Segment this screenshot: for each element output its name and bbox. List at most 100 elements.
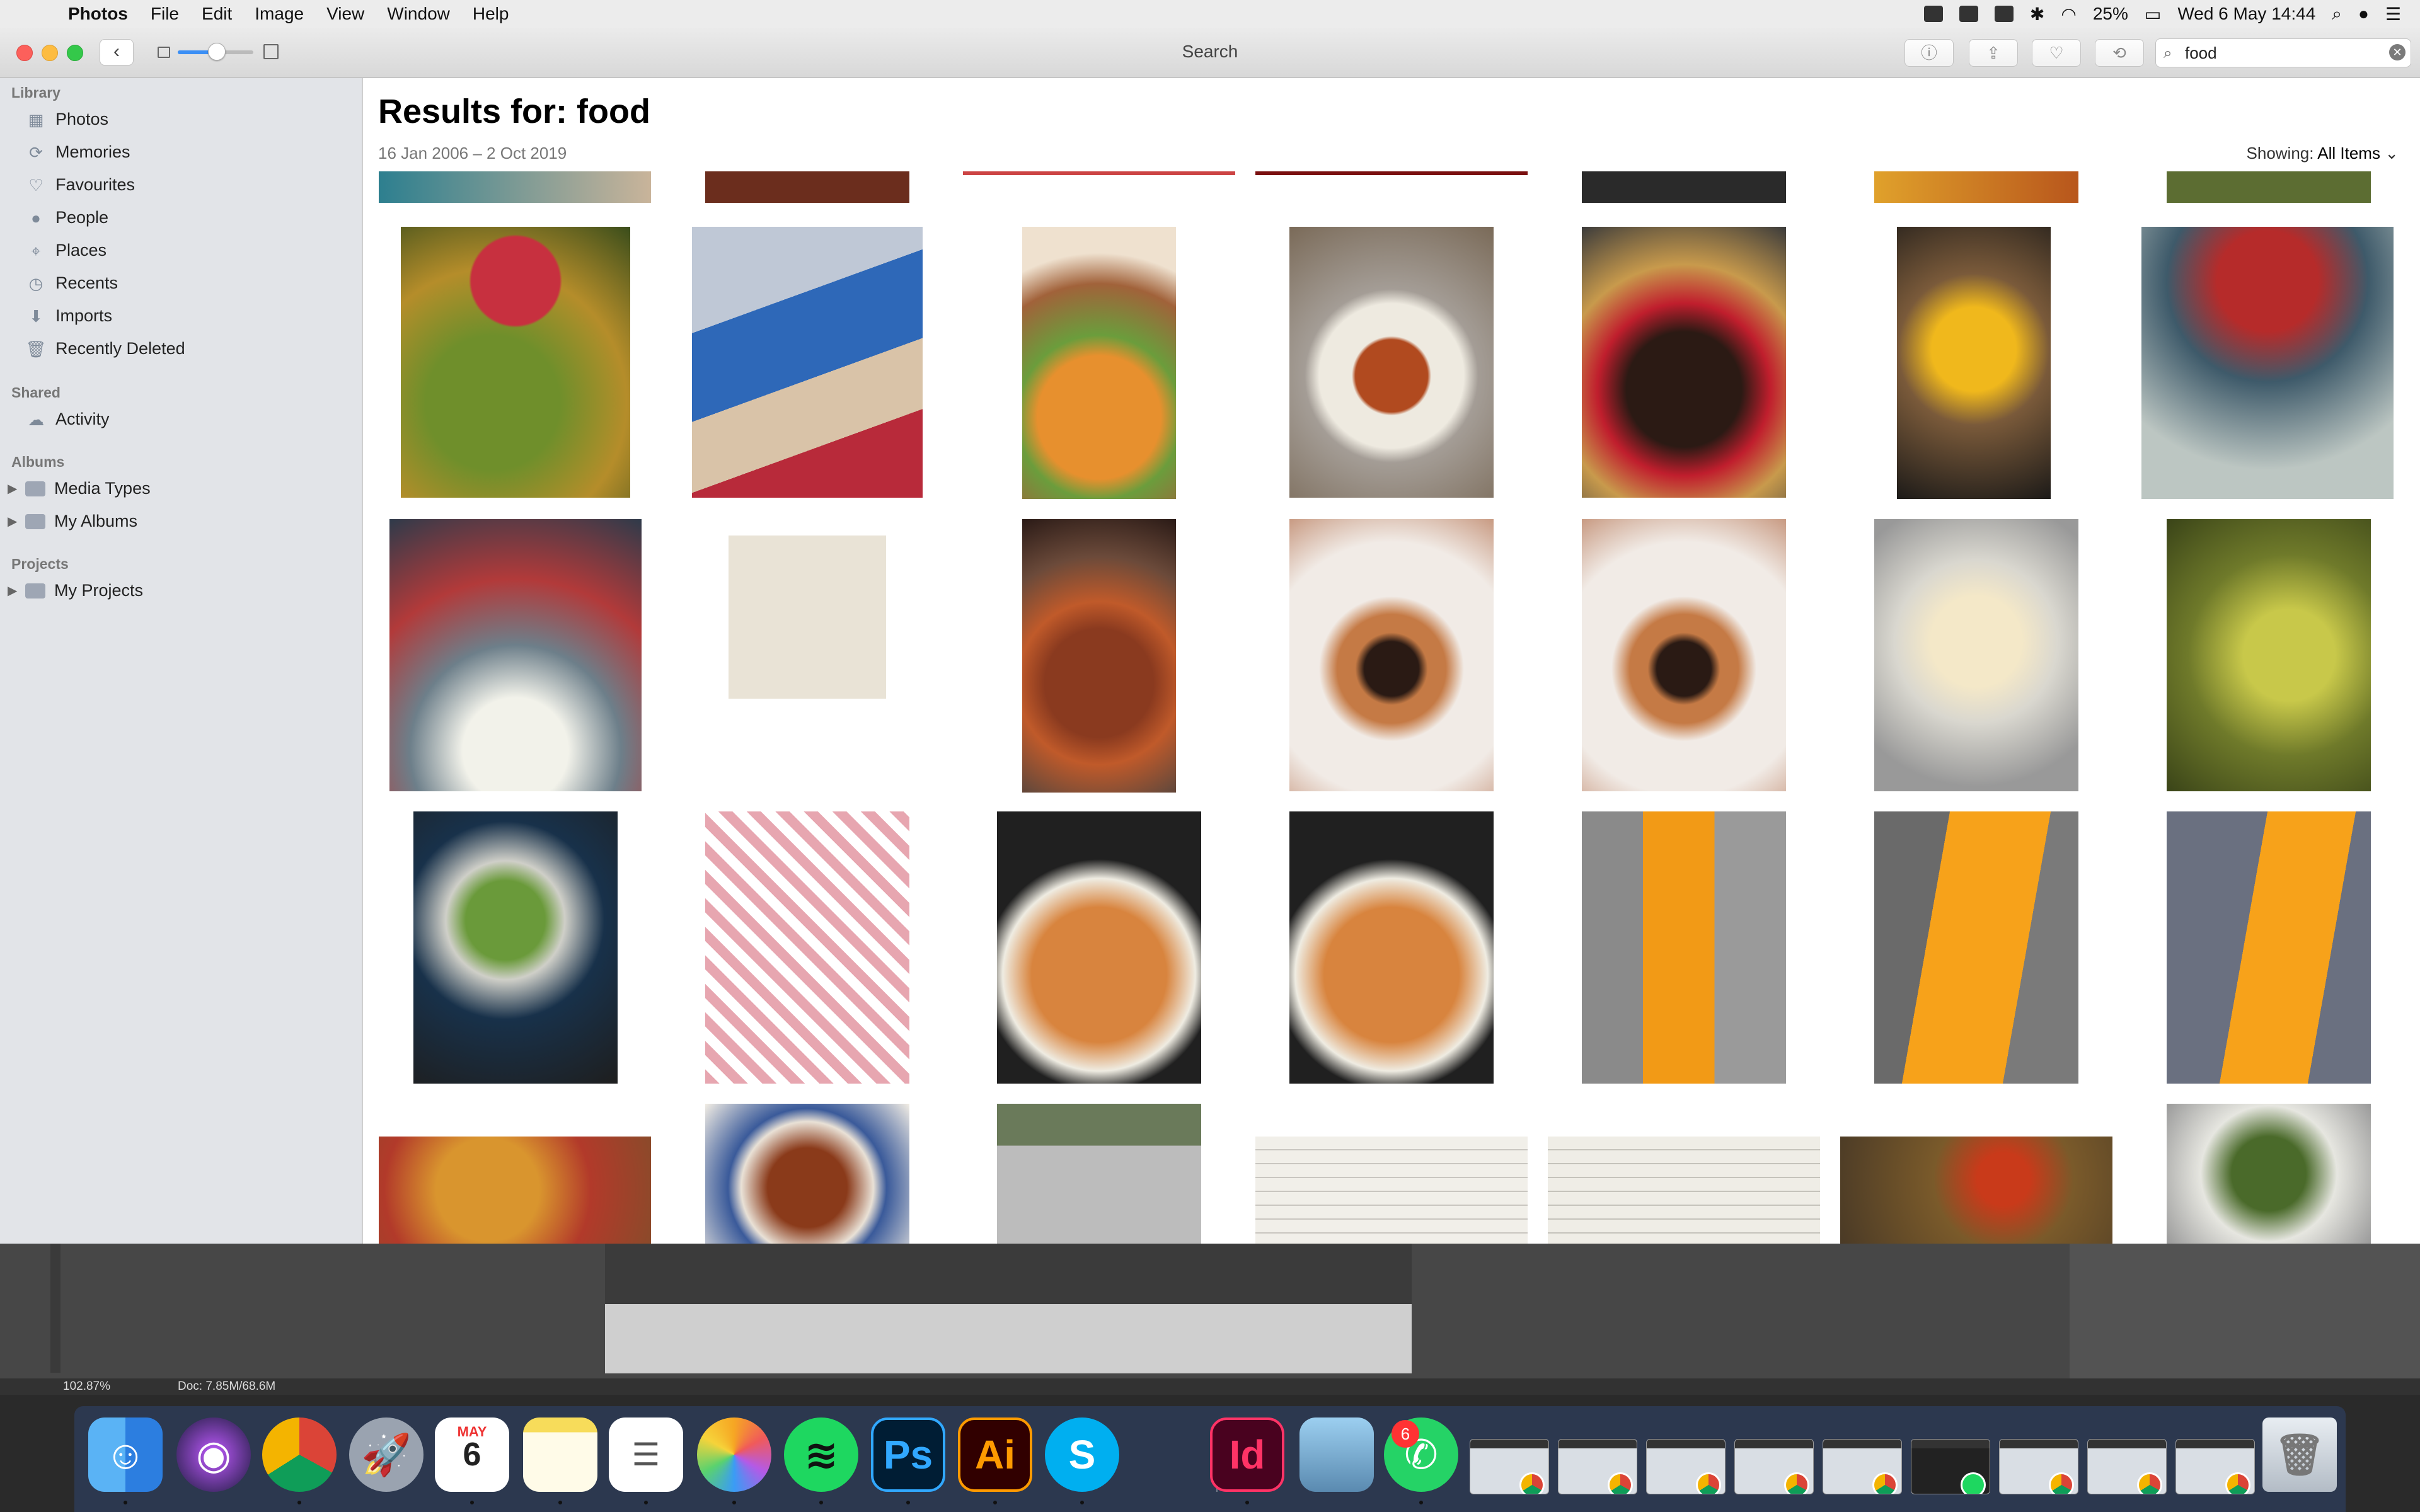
photo-thumbnail[interactable] [1582, 171, 1786, 203]
minimized-window-thumbnail[interactable] [1823, 1439, 1902, 1494]
menu-image[interactable]: Image [255, 4, 304, 24]
photo-thumbnail[interactable] [379, 171, 651, 203]
sidebar-item-recently-deleted[interactable]: 🗑 Recently Deleted [25, 339, 185, 358]
battery-percent[interactable]: 25% [2093, 4, 2128, 24]
minimized-window-thumbnail[interactable] [1558, 1439, 1637, 1494]
photo-thumbnail[interactable] [1548, 1137, 1820, 1244]
photo-thumbnail[interactable] [997, 1104, 1201, 1244]
sidebar-item-places[interactable]: ⌖ Places [25, 241, 107, 260]
photo-thumbnail[interactable] [1897, 227, 2051, 499]
photo-thumbnail[interactable] [997, 811, 1201, 1084]
photo-thumbnail[interactable] [705, 811, 909, 1084]
disclosure-triangle-icon[interactable]: ▶ [8, 583, 17, 598]
sidebar-item-photos[interactable]: ▦ Photos [25, 110, 108, 129]
photos-app-icon[interactable] [697, 1418, 771, 1492]
sidebar-item-favourites[interactable]: ♡ Favourites [25, 175, 135, 195]
dropbox-icon[interactable] [1923, 6, 1943, 22]
reminders-icon[interactable]: ☰ [609, 1418, 683, 1492]
sidebar-item-people[interactable]: ● People [25, 208, 108, 227]
creative-cloud-icon[interactable] [1959, 6, 1978, 22]
trash-icon[interactable]: 🗑 [2262, 1418, 2337, 1492]
menu-window[interactable]: Window [387, 4, 450, 24]
minimized-window-thumbnail[interactable] [2087, 1439, 2167, 1494]
spotify-icon[interactable]: ≋ [784, 1418, 858, 1492]
indesign-icon[interactable]: Id [1210, 1418, 1284, 1492]
rotate-button[interactable]: ⟲ [2095, 39, 2144, 67]
menu-file[interactable]: File [151, 4, 179, 24]
photo-thumbnail[interactable] [1840, 1137, 2112, 1244]
illustrator-icon[interactable]: Ai [958, 1418, 1032, 1492]
photo-thumbnail[interactable] [1022, 227, 1176, 499]
minimized-window-thumbnail[interactable] [2175, 1439, 2255, 1494]
sidebar-item-recents[interactable]: ◷ Recents [25, 273, 118, 293]
sidebar-item-imports[interactable]: ⬇ Imports [25, 306, 112, 326]
photo-thumbnail[interactable] [401, 227, 630, 498]
photo-thumbnail[interactable] [1582, 227, 1786, 498]
sidebar-item-memories[interactable]: ⟳ Memories [25, 142, 130, 162]
minimized-window-thumbnail[interactable] [1470, 1439, 1549, 1494]
favourite-button[interactable]: ♡ [2032, 39, 2081, 67]
minimized-window-thumbnail[interactable] [1999, 1439, 2078, 1494]
photo-thumbnail[interactable] [2167, 171, 2371, 203]
photo-thumbnail[interactable] [1582, 811, 1786, 1084]
photo-thumbnail[interactable] [1874, 171, 2078, 203]
photo-thumbnail[interactable] [413, 811, 618, 1084]
skype-icon[interactable]: S [1045, 1418, 1119, 1492]
vpn-shield-icon[interactable] [1994, 6, 2014, 22]
photo-thumbnail[interactable] [963, 171, 1235, 175]
sidebar-item-media-types[interactable]: ▶ Media Types [8, 479, 151, 498]
search-field[interactable]: ⌕ ✕ [2155, 38, 2411, 67]
showing-filter-dropdown[interactable]: Showing: All Items ⌄ [2247, 144, 2399, 163]
finder-icon[interactable]: ☺ [88, 1418, 163, 1492]
notification-center-icon[interactable]: ☰ [2385, 4, 2401, 25]
info-button[interactable]: ⓘ [1904, 39, 1954, 67]
photo-thumbnail[interactable] [1874, 811, 2078, 1084]
minimized-window-thumbnail[interactable] [1734, 1439, 1814, 1494]
photo-thumbnail[interactable] [379, 1137, 651, 1244]
menu-app-name[interactable]: Photos [68, 4, 128, 24]
photo-thumbnail[interactable] [2167, 1104, 2371, 1244]
menu-edit[interactable]: Edit [202, 4, 232, 24]
photo-thumbnail[interactable] [705, 171, 909, 203]
photo-thumbnail[interactable] [2167, 811, 2371, 1084]
minimized-window-thumbnail[interactable] [1911, 1439, 1990, 1494]
spotlight-icon[interactable]: ⌕ [2332, 4, 2342, 25]
siri-icon[interactable]: ● [2358, 4, 2369, 24]
photo-thumbnail[interactable] [1255, 1137, 1528, 1244]
datetime[interactable]: Wed 6 May 14:44 [2177, 4, 2315, 24]
preview-icon[interactable] [1299, 1418, 1374, 1492]
launchpad-icon[interactable]: 🚀 [349, 1418, 424, 1492]
photo-thumbnail[interactable] [1022, 519, 1176, 793]
notes-icon[interactable] [523, 1418, 597, 1492]
photo-thumbnail[interactable] [2167, 519, 2371, 791]
wifi-icon[interactable]: ◠ [2061, 4, 2076, 25]
sidebar-item-my-albums[interactable]: ▶ My Albums [8, 512, 137, 531]
photo-thumbnail[interactable] [1582, 519, 1786, 791]
bluetooth-icon[interactable]: ✱ [2030, 4, 2044, 25]
sidebar-item-my-projects[interactable]: ▶ My Projects [8, 581, 143, 600]
photo-thumbnail[interactable] [705, 1104, 909, 1244]
photo-thumbnail[interactable] [729, 519, 886, 791]
calendar-icon[interactable]: MAY 6 [435, 1418, 509, 1492]
search-input[interactable] [2184, 42, 2375, 64]
photo-thumbnail[interactable] [1289, 519, 1494, 791]
sidebar-item-activity[interactable]: ☁ Activity [25, 410, 110, 429]
photo-thumbnail[interactable] [1289, 227, 1494, 498]
photo-thumbnail[interactable] [1255, 171, 1528, 175]
minimized-window-thumbnail[interactable] [1646, 1439, 1726, 1494]
disclosure-triangle-icon[interactable]: ▶ [8, 513, 17, 529]
photo-thumbnail[interactable] [1874, 519, 2078, 791]
battery-icon[interactable]: ▭ [2145, 4, 2161, 25]
photo-thumbnail[interactable] [389, 519, 642, 791]
siri-icon[interactable]: ◉ [176, 1418, 251, 1492]
clear-search-icon[interactable]: ✕ [2389, 44, 2406, 60]
disclosure-triangle-icon[interactable]: ▶ [8, 481, 17, 496]
photoshop-icon[interactable]: Ps [871, 1418, 945, 1492]
photo-thumbnail[interactable] [2141, 227, 2394, 499]
menu-help[interactable]: Help [473, 4, 509, 24]
photo-thumbnail[interactable] [1289, 811, 1494, 1084]
chrome-icon[interactable] [262, 1418, 337, 1492]
share-button[interactable]: ⇪ [1969, 39, 2018, 67]
menu-view[interactable]: View [326, 4, 364, 24]
photo-thumbnail[interactable] [692, 227, 923, 498]
